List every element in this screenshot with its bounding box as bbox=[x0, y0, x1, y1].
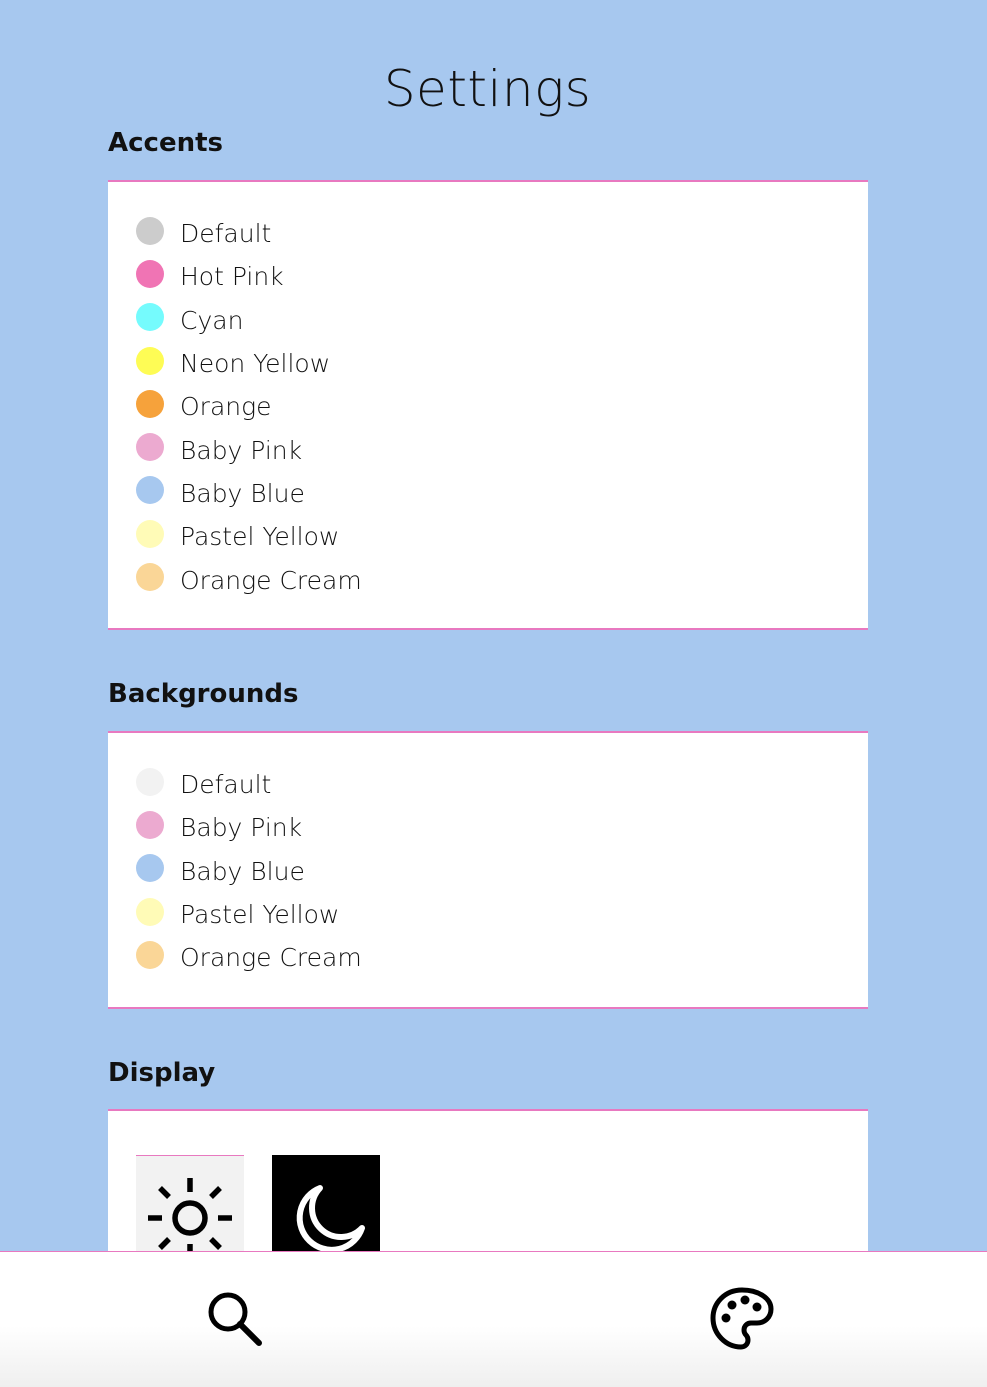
accent-option-baby-pink[interactable]: Baby Pink bbox=[136, 428, 362, 471]
accent-option-neon-yellow[interactable]: Neon Yellow bbox=[136, 342, 362, 385]
accent-swatch bbox=[136, 433, 164, 462]
background-swatch bbox=[136, 810, 164, 839]
page-title: Settings bbox=[383, 60, 592, 118]
background-option-pastel-yellow[interactable]: Pastel Yellow bbox=[136, 893, 362, 936]
background-option-default[interactable]: Default bbox=[136, 763, 362, 806]
accent-option-cyan[interactable]: Cyan bbox=[136, 299, 362, 342]
accent-option-hot-pink[interactable]: Hot Pink bbox=[136, 255, 362, 298]
moon-icon bbox=[296, 1185, 365, 1253]
search-icon bbox=[208, 1292, 262, 1346]
accents-option-list: Default Hot Pink Cyan Neon Yellow Orange… bbox=[136, 212, 362, 602]
light-mode-button[interactable] bbox=[136, 1155, 244, 1255]
accent-option-orange-cream[interactable]: Orange Cream bbox=[136, 558, 362, 601]
accent-swatch bbox=[136, 259, 164, 288]
accent-option-label: Cyan bbox=[180, 305, 244, 335]
accent-swatch bbox=[136, 476, 164, 505]
accent-option-label: Orange Cream bbox=[180, 565, 362, 595]
accent-swatch bbox=[136, 303, 164, 332]
accent-swatch bbox=[136, 389, 164, 418]
display-section-title: Display bbox=[108, 1058, 216, 1088]
background-swatch bbox=[136, 854, 164, 883]
display-panel bbox=[108, 1109, 868, 1269]
search-button[interactable] bbox=[198, 1282, 270, 1354]
accent-option-baby-blue[interactable]: Baby Blue bbox=[136, 472, 362, 515]
backgrounds-panel: Default Baby Pink Baby Blue Pastel Yello… bbox=[108, 731, 868, 1009]
accent-swatch bbox=[136, 563, 164, 592]
accent-option-label: Baby Blue bbox=[180, 478, 305, 508]
palette-button[interactable] bbox=[706, 1282, 778, 1354]
accent-option-default[interactable]: Default bbox=[136, 212, 362, 255]
accent-swatch bbox=[136, 519, 164, 548]
accent-swatch bbox=[136, 216, 164, 245]
background-option-baby-blue[interactable]: Baby Blue bbox=[136, 850, 362, 893]
background-option-label: Baby Blue bbox=[180, 856, 305, 886]
palette-icon bbox=[710, 1287, 774, 1350]
backgrounds-option-list: Default Baby Pink Baby Blue Pastel Yello… bbox=[136, 763, 362, 979]
accent-option-orange[interactable]: Orange bbox=[136, 385, 362, 428]
backgrounds-section-title: Backgrounds bbox=[108, 679, 299, 709]
accents-section-title: Accents bbox=[108, 128, 223, 158]
dark-mode-button[interactable] bbox=[272, 1155, 380, 1255]
accent-option-label: Baby Pink bbox=[180, 435, 303, 465]
background-option-orange-cream[interactable]: Orange Cream bbox=[136, 936, 362, 979]
accent-swatch bbox=[136, 346, 164, 375]
background-swatch bbox=[136, 940, 164, 969]
accent-option-label: Neon Yellow bbox=[180, 349, 331, 379]
accent-option-label: Default bbox=[180, 219, 272, 249]
background-swatch bbox=[136, 767, 164, 796]
background-swatch bbox=[136, 897, 164, 926]
accent-option-label: Pastel Yellow bbox=[180, 522, 340, 552]
background-option-label: Default bbox=[180, 770, 272, 800]
background-option-label: Pastel Yellow bbox=[180, 900, 340, 930]
accent-option-label: Hot Pink bbox=[180, 262, 284, 292]
background-option-label: Baby Pink bbox=[180, 813, 303, 843]
background-option-baby-pink[interactable]: Baby Pink bbox=[136, 806, 362, 849]
accents-panel: Default Hot Pink Cyan Neon Yellow Orange… bbox=[108, 180, 868, 630]
sun-icon bbox=[148, 1178, 232, 1255]
accent-option-pastel-yellow[interactable]: Pastel Yellow bbox=[136, 515, 362, 558]
bottom-navigation-bar bbox=[0, 1251, 987, 1387]
background-option-label: Orange Cream bbox=[180, 943, 362, 973]
accent-option-label: Orange bbox=[180, 392, 272, 422]
